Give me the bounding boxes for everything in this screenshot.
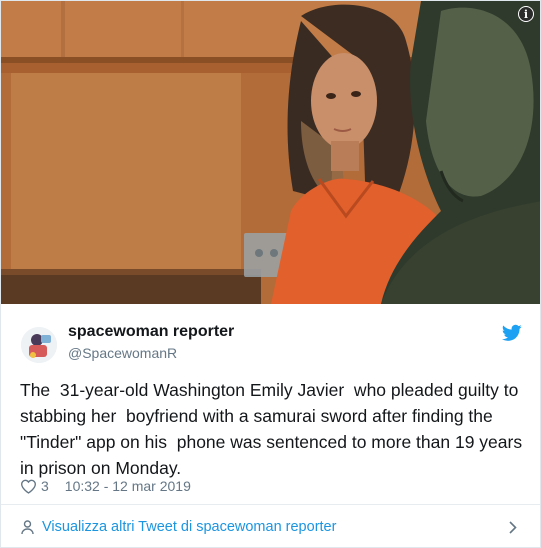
tweet-meta: 3 10:32 - 12 mar 2019 <box>20 476 191 496</box>
tweet-timestamp[interactable]: 10:32 - 12 mar 2019 <box>65 478 191 494</box>
heart-icon[interactable] <box>20 479 37 494</box>
chevron-right-icon[interactable] <box>509 521 517 534</box>
tweet-body: spacewoman reporter @SpacewomanR The 31-… <box>1 304 540 504</box>
courtroom-photo-illustration <box>1 1 540 304</box>
avatar-illustration <box>21 327 57 363</box>
user-handle[interactable]: @SpacewomanR <box>68 345 177 361</box>
more-tweets-link[interactable]: Visualizza altri Tweet di spacewoman rep… <box>1 504 540 547</box>
more-tweets-label[interactable]: Visualizza altri Tweet di spacewoman rep… <box>42 519 336 535</box>
person-icon <box>21 520 34 535</box>
avatar[interactable] <box>21 327 57 363</box>
like-count[interactable]: 3 <box>41 478 49 494</box>
embedded-tweet-card: i spacewoman reporter @SpacewomanR The 3… <box>0 0 541 548</box>
info-icon[interactable]: i <box>518 6 534 22</box>
tweet-photo[interactable]: i <box>1 1 540 304</box>
twitter-bird-icon[interactable] <box>502 324 522 342</box>
tweet-text: The 31-year-old Washington Emily Javier … <box>20 380 527 478</box>
display-name[interactable]: spacewoman reporter <box>68 323 234 341</box>
